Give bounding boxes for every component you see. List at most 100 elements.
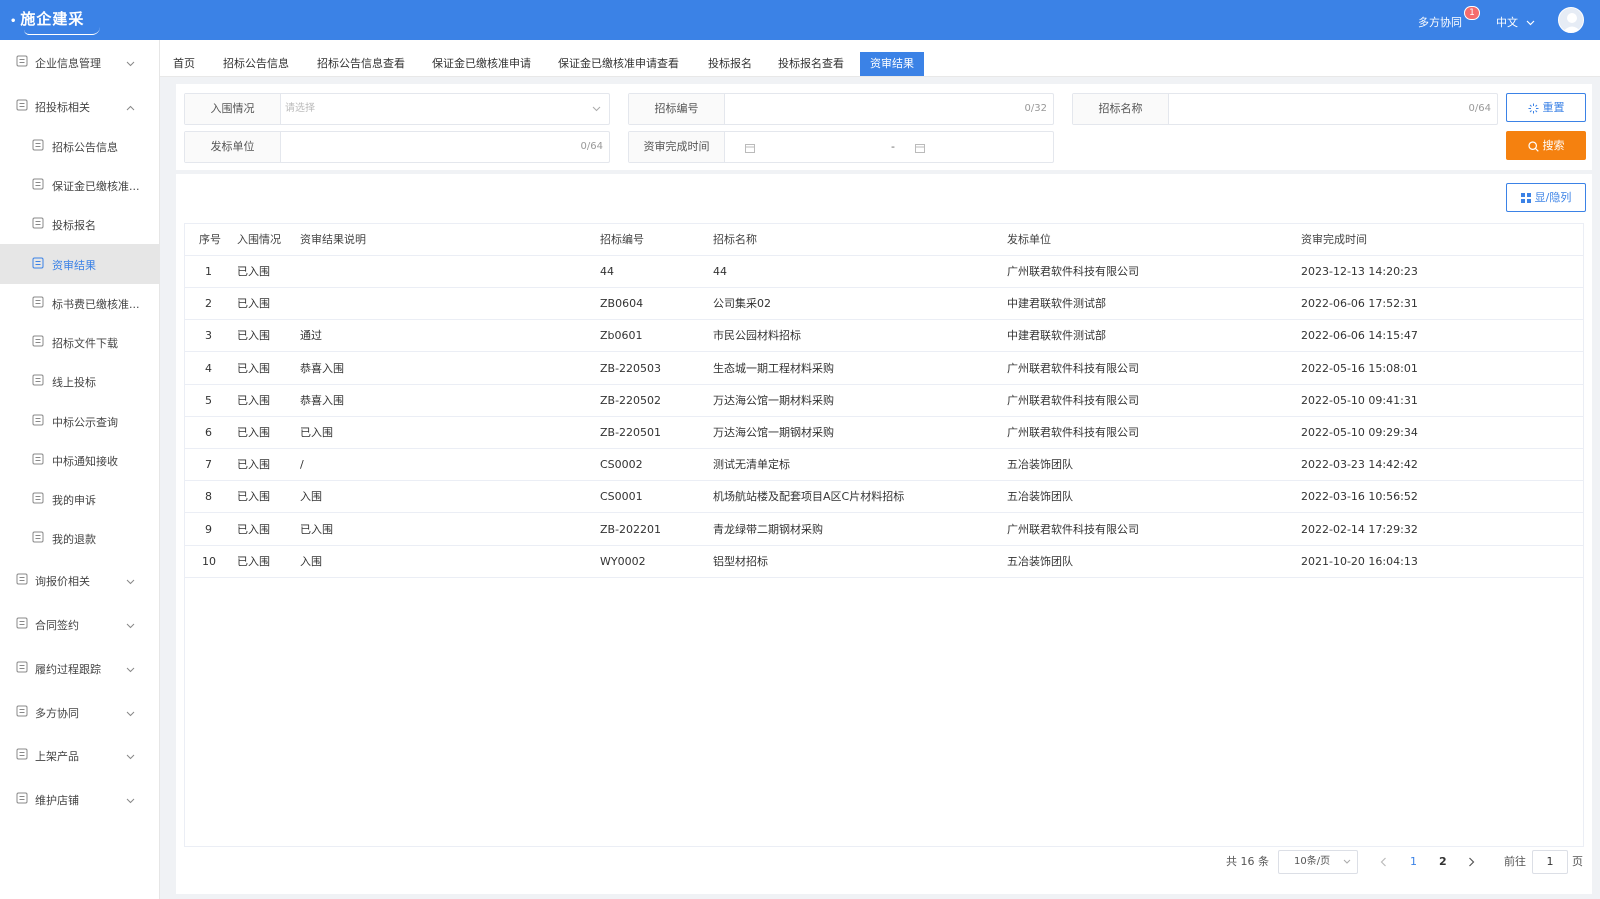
tab-bid-register[interactable]: 投标报名 xyxy=(708,52,752,76)
bid-no-input[interactable]: 招标编号 0/32 xyxy=(628,93,1054,125)
table-cell: 已入围 xyxy=(237,393,270,407)
prev-page-button[interactable] xyxy=(1380,850,1387,874)
tab-deposit-apply-view[interactable]: 保证金已缴核准申请查看 xyxy=(558,52,679,76)
issuer-input[interactable]: 发标单位 0/64 xyxy=(184,131,610,163)
table-cell: CS0001 xyxy=(600,490,643,504)
range-separator: - xyxy=(891,140,895,153)
sidebar-item-label: 合同签约 xyxy=(35,619,79,632)
calendar-icon[interactable] xyxy=(745,143,755,153)
sidebar-item-5[interactable]: 资审结果 xyxy=(0,244,159,284)
sidebar-item-8[interactable]: 线上投标 xyxy=(0,361,159,401)
time-label: 资审完成时间 xyxy=(629,132,725,162)
table-cell: WY0002 xyxy=(600,554,646,568)
table-cell: 2 xyxy=(205,297,212,311)
goto-page-input[interactable]: 1 xyxy=(1532,850,1568,874)
page-size-select[interactable]: 10条/页 xyxy=(1278,850,1358,874)
sidebar-item-14[interactable]: 合同签约 xyxy=(0,604,159,644)
chevron-down-icon xyxy=(126,750,135,763)
toggle-columns-button[interactable]: 显/隐列 xyxy=(1506,183,1586,212)
table-row[interactable]: 9 已入围 已入围 ZB-202201 青龙绿带二期钢材采购 广州联君软件科技有限公司 20… xyxy=(185,514,1583,546)
table-cell: 2022-03-16 10:56:52 xyxy=(1301,490,1418,504)
column-header[interactable]: 资审结果说明 xyxy=(300,224,366,256)
table-row[interactable]: 2 已入围 ZB0604 公司集采02 中建君联软件测试部 2022-06-06 17:5… xyxy=(185,288,1583,321)
reset-icon xyxy=(1528,103,1538,113)
table-cell: Zb0601 xyxy=(600,329,643,343)
time-range-picker[interactable]: 资审完成时间 - xyxy=(628,131,1054,163)
tab-deposit-apply[interactable]: 保证金已缴核准申请 xyxy=(432,52,531,76)
table-row[interactable]: 1 已入围 44 44 广州联君软件科技有限公司 2023-12-13 14:20:23 xyxy=(185,256,1583,288)
table-header-row: 序号 入围情况 资审结果说明 招标编号 招标名称 发标单位 资审完成时间 xyxy=(185,224,1583,256)
user-avatar[interactable] xyxy=(1558,7,1584,33)
table-cell: 五冶装饰团队 xyxy=(1007,554,1073,568)
bid-name-input[interactable]: 招标名称 0/64 xyxy=(1072,93,1498,125)
table-cell: 2022-02-14 17:29:32 xyxy=(1301,522,1418,536)
language-switcher[interactable]: 中文 xyxy=(1496,14,1535,30)
page-number-1[interactable]: 1 xyxy=(1410,850,1417,874)
sidebar-item-0[interactable]: 企业信息管理 xyxy=(0,42,159,82)
column-header[interactable]: 招标名称 xyxy=(713,224,757,256)
refund-icon xyxy=(32,531,45,544)
column-header[interactable]: 序号 xyxy=(199,224,221,256)
column-header[interactable]: 资审完成时间 xyxy=(1301,224,1367,256)
sidebar-item-1[interactable]: 招投标相关 xyxy=(0,86,159,126)
table-cell: 5 xyxy=(205,393,212,407)
table-cell: 铝型材招标 xyxy=(713,554,768,568)
next-page-button[interactable] xyxy=(1468,850,1475,874)
sidebar-item-18[interactable]: 维护店铺 xyxy=(0,779,159,819)
table-row[interactable]: 4 已入围 恭喜入围 ZB-220503 生态城一期工程材料采购 广州联君软件科技有限公司… xyxy=(185,353,1583,385)
target-icon xyxy=(16,99,29,112)
tab-bid-notice-view[interactable]: 招标公告信息查看 xyxy=(317,52,405,76)
table-row[interactable]: 6 已入围 已入围 ZB-220501 万达海公馆一期钢材采购 广州联君软件科技有限公司 2… xyxy=(185,417,1583,449)
page-unit-label: 页 xyxy=(1572,855,1583,868)
table-cell: 2023-12-13 14:20:23 xyxy=(1301,265,1418,278)
sidebar-item-label: 线上投标 xyxy=(52,376,96,389)
quote-icon xyxy=(16,573,29,586)
table-cell: 中建君联软件测试部 xyxy=(1007,329,1106,343)
reset-label: 重置 xyxy=(1542,101,1565,114)
status-select[interactable]: 入围情况 请选择 xyxy=(184,93,610,125)
app-logo[interactable]: • 施企建采 xyxy=(10,8,100,35)
sidebar-item-11[interactable]: 我的申诉 xyxy=(0,479,159,519)
table-row[interactable]: 8 已入围 入围 CS0001 机场航站楼及配套项目A区C片材料招标 五冶装饰团队 2022… xyxy=(185,481,1583,514)
table-cell: 通过 xyxy=(300,329,322,343)
table-row[interactable]: 7 已入围 / CS0002 测试无清单定标 五冶装饰团队 2022-03-23 14:42… xyxy=(185,449,1583,482)
sidebar-item-13[interactable]: 询报价相关 xyxy=(0,560,159,600)
avatar-icon xyxy=(1562,13,1582,32)
sidebar-item-15[interactable]: 履约过程跟踪 xyxy=(0,648,159,688)
sidebar-item-label: 维护店铺 xyxy=(35,794,79,807)
page-number-2[interactable]: 2 xyxy=(1439,850,1447,874)
table-row[interactable]: 10 已入围 入围 WY0002 铝型材招标 五冶装饰团队 2021-10-20 16:04… xyxy=(185,546,1583,578)
column-header[interactable]: 招标编号 xyxy=(600,224,644,256)
chevron-down-icon xyxy=(126,794,135,807)
tab-qualification-result[interactable]: 资审结果 xyxy=(860,52,924,76)
table-row[interactable]: 3 已入围 通过 Zb0601 市民公园材料招标 中建君联软件测试部 2022-06-06 … xyxy=(185,320,1583,353)
tab-bid-register-view[interactable]: 投标报名查看 xyxy=(778,52,844,76)
sidebar-item-3[interactable]: 保证金已缴核准... xyxy=(0,165,159,205)
collab-link[interactable]: 多方协同 xyxy=(1418,14,1462,30)
sidebar-item-9[interactable]: 中标公示查询 xyxy=(0,401,159,441)
sidebar-item-7[interactable]: 招标文件下载 xyxy=(0,322,159,362)
table-row[interactable]: 5 已入围 恭喜入围 ZB-220502 万达海公馆一期材料采购 广州联君软件科技有限公司… xyxy=(185,385,1583,417)
sidebar-item-17[interactable]: 上架产品 xyxy=(0,735,159,775)
sidebar-item-16[interactable]: 多方协同 xyxy=(0,692,159,732)
tab-bid-notice[interactable]: 招标公告信息 xyxy=(223,52,289,76)
bid-no-label: 招标编号 xyxy=(629,94,725,124)
chevron-right-icon xyxy=(1469,857,1475,867)
search-button[interactable]: 搜索 xyxy=(1506,131,1586,160)
sidebar-item-6[interactable]: 标书费已缴核准... xyxy=(0,283,159,323)
table-cell: 广州联君软件科技有限公司 xyxy=(1007,393,1139,407)
table-cell: 五冶装饰团队 xyxy=(1007,458,1073,472)
column-header[interactable]: 发标单位 xyxy=(1007,224,1051,256)
sidebar-item-2[interactable]: 招标公告信息 xyxy=(0,126,159,166)
sidebar-item-12[interactable]: 我的退款 xyxy=(0,518,159,558)
column-header[interactable]: 入围情况 xyxy=(237,224,281,256)
sidebar-item-10[interactable]: 中标通知接收 xyxy=(0,440,159,480)
table-cell: 8 xyxy=(205,490,212,504)
tab-home[interactable]: 首页 xyxy=(173,52,195,76)
checklist-icon xyxy=(32,257,45,270)
sidebar-item-label: 我的退款 xyxy=(52,533,96,546)
reset-button[interactable]: 重置 xyxy=(1506,93,1586,122)
notice-icon xyxy=(32,139,45,152)
sidebar-item-4[interactable]: 投标报名 xyxy=(0,204,159,244)
calendar-icon[interactable] xyxy=(915,143,925,153)
